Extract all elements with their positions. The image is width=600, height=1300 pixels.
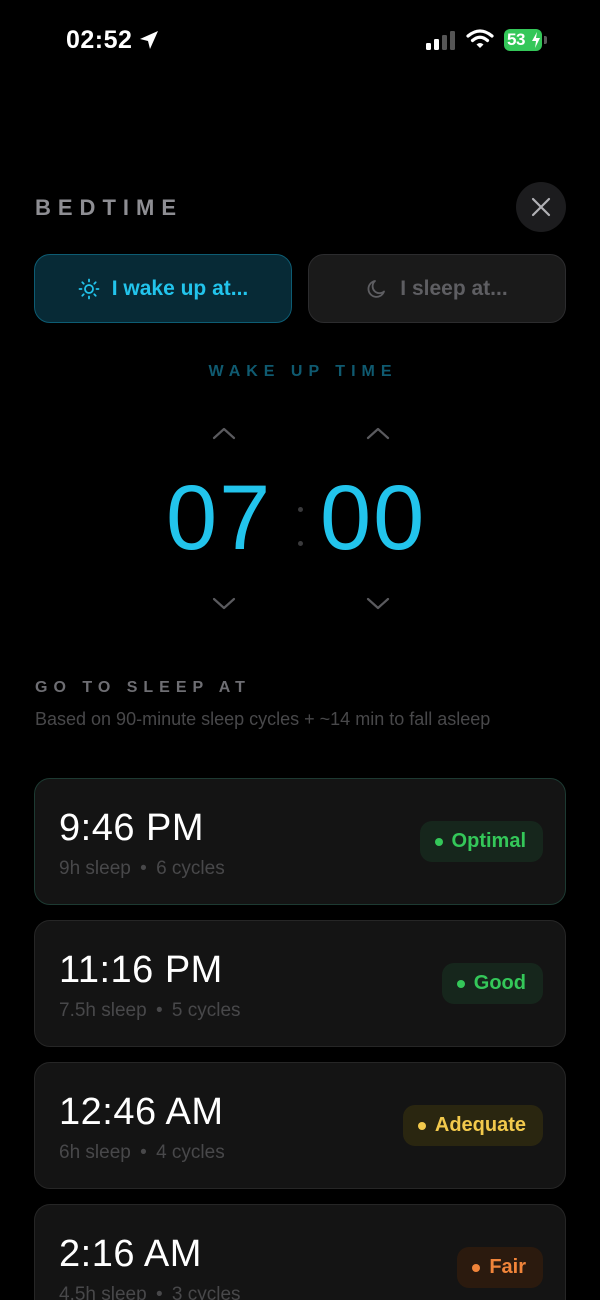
minute-down-chevron-icon[interactable] bbox=[365, 596, 391, 612]
cycle-count: 6 cycles bbox=[156, 858, 225, 879]
rating-badge: Adequate bbox=[402, 1105, 543, 1146]
bedtime-option-meta: 7.5h sleep • 5 cycles bbox=[59, 1000, 241, 1022]
time-separator-dot bbox=[298, 507, 303, 512]
wifi-icon bbox=[466, 29, 494, 48]
battery-cap bbox=[544, 36, 547, 44]
moon-icon bbox=[367, 279, 386, 298]
rating-badge: Good bbox=[441, 963, 543, 1004]
bedtime-option-card[interactable]: 11:16 PM 7.5h sleep • 5 cycles Good bbox=[34, 920, 566, 1047]
rating-badge: Optimal bbox=[419, 821, 543, 862]
location-arrow-icon bbox=[140, 31, 158, 49]
rating-label: Adequate bbox=[434, 1114, 526, 1136]
meta-separator: • bbox=[140, 858, 147, 879]
section-title: GO TO SLEEP AT bbox=[35, 679, 251, 696]
section-description: Based on 90-minute sleep cycles + ~14 mi… bbox=[35, 709, 491, 729]
status-bar: 02:52 53 bbox=[0, 0, 600, 80]
signal-icon bbox=[426, 31, 455, 50]
page-title: BEDTIME bbox=[35, 195, 183, 220]
bedtime-option-card[interactable]: 9:46 PM 9h sleep • 6 cycles Optimal bbox=[34, 778, 566, 905]
cycle-count: 5 cycles bbox=[171, 1000, 241, 1021]
rating-label: Fair bbox=[489, 1256, 526, 1278]
bedtime-option-meta: 9h sleep • 6 cycles bbox=[59, 858, 225, 880]
minute-value[interactable]: 00 bbox=[320, 468, 426, 568]
bedtime-option-meta: 6h sleep • 4 cycles bbox=[59, 1142, 225, 1164]
meta-separator: • bbox=[155, 1284, 163, 1300]
time-separator-dot bbox=[298, 541, 303, 546]
status-time: 02:52 bbox=[66, 26, 133, 54]
wake-up-mode-button[interactable]: I wake up at... bbox=[34, 254, 292, 323]
wake-up-mode-label: I wake up at... bbox=[111, 276, 249, 300]
sleep-duration: 6h sleep bbox=[59, 1142, 131, 1163]
bedtime-option-card[interactable]: 12:46 AM 6h sleep • 4 cycles Adequate bbox=[34, 1062, 566, 1189]
rating-label: Optimal bbox=[451, 830, 526, 852]
bedtime-option-time: 12:46 AM bbox=[59, 1091, 224, 1133]
sleep-mode-label: I sleep at... bbox=[400, 276, 508, 300]
close-icon bbox=[531, 197, 551, 217]
rating-dot bbox=[434, 837, 443, 846]
minute-up-chevron-icon[interactable] bbox=[365, 425, 391, 441]
hour-up-chevron-icon[interactable] bbox=[211, 425, 237, 441]
cycle-count: 4 cycles bbox=[156, 1142, 225, 1163]
bedtime-option-card[interactable]: 2:16 AM 4.5h sleep • 3 cycles Fair bbox=[34, 1204, 566, 1300]
rating-dot bbox=[472, 1263, 481, 1272]
meta-separator: • bbox=[140, 1142, 147, 1163]
bedtime-option-time: 2:16 AM bbox=[59, 1233, 202, 1275]
sleep-mode-button[interactable]: I sleep at... bbox=[308, 254, 566, 323]
rating-dot bbox=[417, 1121, 426, 1130]
sleep-duration: 7.5h sleep bbox=[59, 1000, 147, 1021]
rating-dot bbox=[456, 979, 465, 988]
rating-badge: Fair bbox=[457, 1247, 543, 1288]
hour-value[interactable]: 07 bbox=[166, 468, 272, 568]
sleep-duration: 4.5h sleep bbox=[59, 1284, 147, 1300]
battery-icon: 53 bbox=[504, 29, 548, 51]
rating-label: Good bbox=[473, 972, 526, 994]
charging-bolt-icon bbox=[532, 32, 540, 48]
meta-separator: • bbox=[155, 1000, 163, 1021]
battery-level: 53 bbox=[507, 30, 525, 49]
picker-label: WAKE UP TIME bbox=[208, 363, 398, 380]
bedtime-option-meta: 4.5h sleep • 3 cycles bbox=[59, 1284, 241, 1300]
bedtime-option-time: 11:16 PM bbox=[59, 949, 223, 991]
sun-icon bbox=[78, 278, 100, 299]
bedtime-option-time: 9:46 PM bbox=[59, 807, 205, 849]
close-button[interactable] bbox=[516, 182, 566, 232]
sleep-duration: 9h sleep bbox=[59, 858, 131, 879]
cycle-count: 3 cycles bbox=[171, 1284, 241, 1300]
hour-down-chevron-icon[interactable] bbox=[211, 596, 237, 612]
bedtime-screen: 02:52 53 BEDTIME I wake up at... I sleep… bbox=[0, 0, 600, 1300]
